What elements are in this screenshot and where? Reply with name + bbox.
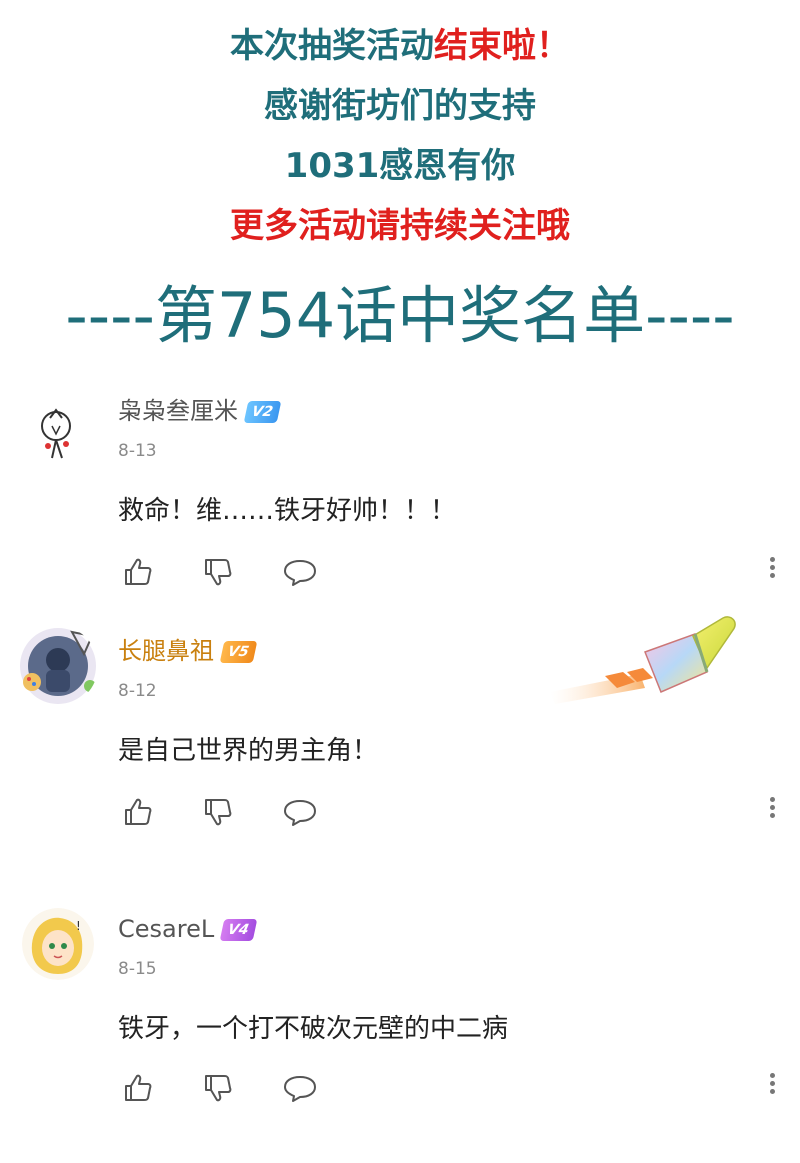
speech-bubble-icon[interactable]: [282, 1070, 318, 1106]
thumbs-down-icon[interactable]: [200, 794, 236, 830]
banner-line-2: 感谢街坊们的支持: [264, 86, 536, 126]
thumbs-up-icon[interactable]: [120, 554, 156, 590]
username-text[interactable]: CesareL: [118, 915, 214, 943]
comment-text: 是自己世界的男主角！: [118, 736, 379, 766]
username-text[interactable]: 长腿鼻祖: [118, 637, 214, 665]
username[interactable]: 长腿鼻祖 V5: [118, 636, 257, 666]
stick-figure-avatar[interactable]: [22, 396, 94, 468]
svg-text:!: !: [76, 919, 81, 933]
banner-line-4: 更多活动请持续关注哦: [230, 206, 570, 246]
banner-line-1-teal: 本次抽奖活动: [230, 26, 434, 66]
thumbs-up-icon[interactable]: [120, 794, 156, 830]
comment-text: 救命！维……铁牙好帅！！！: [118, 496, 457, 526]
more-vertical-icon[interactable]: [766, 554, 778, 590]
vip-badge: V5: [219, 641, 257, 663]
banner-line-1: 本次抽奖活动结束啦！: [0, 24, 800, 68]
speech-bubble-icon[interactable]: [282, 794, 318, 830]
speech-bubble-icon[interactable]: [282, 554, 318, 590]
painted-frame-avatar[interactable]: [18, 626, 98, 706]
username[interactable]: CesareL V4: [118, 914, 258, 944]
comment-text: 铁牙，一个打不破次元壁的中二病: [118, 1014, 509, 1044]
more-vertical-icon[interactable]: [766, 794, 778, 830]
comment-actions: [118, 794, 338, 830]
banner-line-1-red: 结束啦！: [434, 26, 570, 66]
paintbrush-icon: [545, 612, 745, 712]
comment-actions: [118, 554, 338, 590]
winner-list-title: ----第754话中奖名单----: [65, 279, 735, 352]
comment-date: 8-12: [118, 681, 157, 701]
username-text[interactable]: 枭枭叁厘米: [118, 397, 238, 425]
thumbs-down-icon[interactable]: [200, 554, 236, 590]
vip-badge: V4: [219, 919, 258, 941]
banner-line-3: 1031感恩有你: [284, 146, 516, 186]
blonde-character-avatar[interactable]: !: [22, 908, 94, 980]
more-vertical-icon[interactable]: [766, 1070, 778, 1106]
username[interactable]: 枭枭叁厘米 V2: [118, 396, 281, 426]
comment-date: 8-13: [118, 441, 157, 461]
comment-date: 8-15: [118, 959, 157, 979]
thumbs-down-icon[interactable]: [200, 1070, 236, 1106]
thumbs-up-icon[interactable]: [120, 1070, 156, 1106]
comment-actions: [118, 1070, 338, 1106]
vip-badge: V2: [243, 401, 281, 423]
